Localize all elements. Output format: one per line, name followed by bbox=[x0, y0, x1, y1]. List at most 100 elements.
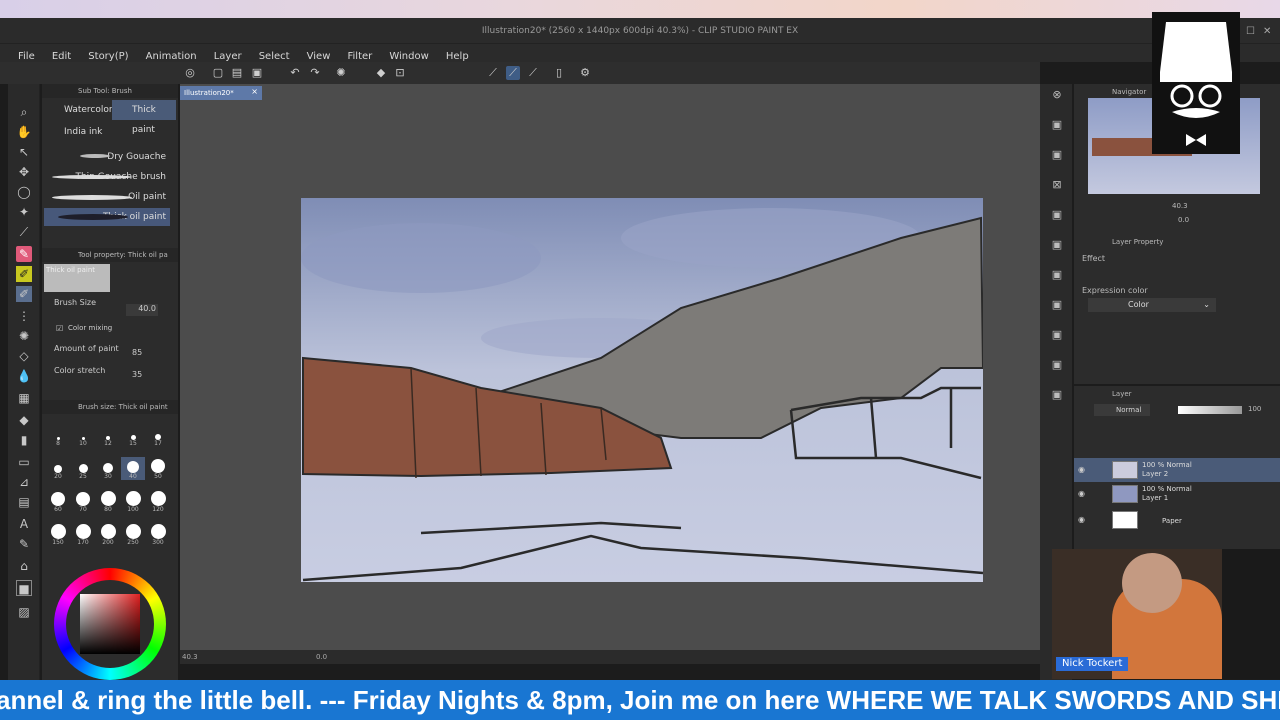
brush-size-option[interactable]: 70 bbox=[71, 490, 95, 513]
status-angle[interactable]: 0.0 bbox=[316, 653, 327, 661]
menu-edit[interactable]: Edit bbox=[52, 51, 71, 62]
hand-icon[interactable]: ✋ bbox=[16, 124, 32, 140]
document-tab[interactable]: Illustration20* × bbox=[180, 86, 262, 100]
brush-size-option[interactable]: 170 bbox=[71, 523, 95, 546]
eraser-icon[interactable]: ◇ bbox=[16, 348, 32, 364]
menu-layer[interactable]: Layer bbox=[214, 51, 242, 62]
close-icon[interactable]: ✕ bbox=[1263, 26, 1271, 37]
brush-size-option[interactable]: 100 bbox=[121, 490, 145, 513]
ruler-icon[interactable]: ⟋ bbox=[486, 66, 500, 80]
main-color-icon[interactable]: ■ bbox=[16, 580, 32, 596]
tab-thick-paint[interactable]: Thick paint bbox=[112, 100, 176, 135]
brush-size-option[interactable]: 15 bbox=[121, 424, 145, 447]
material-dock-icon[interactable]: ▣ bbox=[1050, 328, 1064, 342]
fill-bucket-icon[interactable]: ◆ bbox=[16, 412, 32, 428]
blend-icon[interactable]: 💧 bbox=[16, 368, 32, 384]
brush-size-option[interactable]: 300 bbox=[146, 523, 170, 546]
snap-special-icon[interactable]: ⟋ bbox=[526, 66, 540, 80]
brush-size-option[interactable]: 8 bbox=[46, 424, 70, 447]
navigator-zoom[interactable]: 40.3 bbox=[1172, 202, 1188, 210]
balloon-icon[interactable]: ✎ bbox=[16, 536, 32, 552]
settings-icon[interactable]: ⚙ bbox=[578, 66, 592, 80]
figure-icon[interactable]: ▭ bbox=[16, 454, 32, 470]
new-file-icon[interactable]: ▢ bbox=[211, 66, 225, 80]
expression-color-select[interactable]: Color ⌄ bbox=[1088, 298, 1216, 312]
opacity-value[interactable]: 100 bbox=[1248, 405, 1261, 413]
material-dock-icon[interactable]: ▣ bbox=[1050, 118, 1064, 132]
tab-watercolor[interactable]: Watercolor bbox=[44, 100, 113, 120]
save-icon[interactable]: ▣ bbox=[250, 66, 264, 80]
brush-size-option[interactable]: 40 bbox=[121, 457, 145, 480]
fill-tool-icon[interactable]: ▦ bbox=[16, 390, 32, 406]
layer-row[interactable]: ◉ 100 % Normal Layer 1 bbox=[1074, 482, 1280, 506]
color-mixing-checkbox[interactable]: ☑ bbox=[56, 324, 63, 333]
menu-file[interactable]: File bbox=[18, 51, 35, 62]
close-tab-icon[interactable]: × bbox=[251, 87, 258, 96]
magic-wand-icon[interactable]: ✦ bbox=[16, 204, 32, 220]
brush-dry-gouache[interactable]: Dry Gouache bbox=[44, 148, 170, 166]
transparent-color-icon[interactable]: ▨ bbox=[16, 604, 32, 620]
menu-animation[interactable]: Animation bbox=[146, 51, 197, 62]
brush-size-option[interactable]: 80 bbox=[96, 490, 120, 513]
lasso-icon[interactable]: ◯ bbox=[16, 184, 32, 200]
artwork-canvas[interactable] bbox=[301, 198, 983, 582]
text-icon[interactable]: A bbox=[16, 516, 32, 532]
frame-icon[interactable]: ⊿ bbox=[16, 474, 32, 490]
menu-help[interactable]: Help bbox=[446, 51, 469, 62]
pen-icon[interactable]: ✎ bbox=[16, 246, 32, 262]
material-dock-icon[interactable]: ▣ bbox=[1050, 268, 1064, 282]
correction-icon[interactable]: ⌂ bbox=[16, 558, 32, 574]
brush-size-option[interactable]: 30 bbox=[96, 457, 120, 480]
material-dock-icon[interactable]: ▣ bbox=[1050, 298, 1064, 312]
color-saturation-square[interactable] bbox=[80, 594, 140, 654]
status-zoom[interactable]: 40.3 bbox=[182, 653, 198, 661]
menu-window[interactable]: Window bbox=[389, 51, 428, 62]
ruler-tool-icon[interactable]: ▤ bbox=[16, 494, 32, 510]
material-dock-icon[interactable]: ⊠ bbox=[1050, 178, 1064, 192]
device-icon[interactable]: ▯ bbox=[552, 66, 566, 80]
menu-filter[interactable]: Filter bbox=[347, 51, 372, 62]
menu-select[interactable]: Select bbox=[259, 51, 290, 62]
brush-icon[interactable]: ✐ bbox=[16, 286, 32, 302]
brush-size-option[interactable]: 50 bbox=[146, 457, 170, 480]
brush-size-field[interactable]: 40.0 bbox=[126, 304, 158, 316]
eye-icon[interactable]: ◉ bbox=[1078, 489, 1085, 498]
snap-icon[interactable]: ⟋ bbox=[506, 66, 520, 80]
decoration-icon[interactable]: ✺ bbox=[16, 328, 32, 344]
eye-icon[interactable]: ◉ bbox=[1078, 515, 1085, 524]
airbrush-icon[interactable]: ⋮ bbox=[16, 308, 32, 324]
move-icon[interactable]: ✥ bbox=[16, 164, 32, 180]
navigator-dock-icon[interactable]: ⊗ bbox=[1050, 88, 1064, 102]
brush-size-option[interactable]: 60 bbox=[46, 490, 70, 513]
menu-view[interactable]: View bbox=[307, 51, 331, 62]
brush-size-option[interactable]: 150 bbox=[46, 523, 70, 546]
navigator-rotation[interactable]: 0.0 bbox=[1178, 216, 1189, 224]
clip-studio-icon[interactable]: ◎ bbox=[183, 66, 197, 80]
eye-icon[interactable]: ◉ bbox=[1078, 465, 1085, 474]
open-folder-icon[interactable]: ▤ bbox=[230, 66, 244, 80]
brush-size-option[interactable]: 250 bbox=[121, 523, 145, 546]
amount-field[interactable]: 85 bbox=[132, 348, 142, 357]
stretch-field[interactable]: 35 bbox=[132, 370, 142, 379]
brush-size-option[interactable]: 120 bbox=[146, 490, 170, 513]
fill-icon[interactable]: ◆ bbox=[374, 66, 388, 80]
redo-icon[interactable]: ↷ bbox=[308, 66, 322, 80]
material-dock-icon[interactable]: ▣ bbox=[1050, 208, 1064, 222]
brush-size-option[interactable]: 25 bbox=[71, 457, 95, 480]
brush-thick-oil-paint[interactable]: Thick oil paint bbox=[44, 208, 170, 226]
material-dock-icon[interactable]: ▣ bbox=[1050, 148, 1064, 162]
brush-oil-paint[interactable]: Oil paint bbox=[44, 188, 170, 206]
menu-story[interactable]: Story(P) bbox=[88, 51, 128, 62]
layer-row[interactable]: ◉ Paper bbox=[1074, 508, 1280, 532]
brush-size-option[interactable]: 20 bbox=[46, 457, 70, 480]
maximize-icon[interactable]: ☐ bbox=[1246, 26, 1255, 37]
pencil-icon[interactable]: ✐ bbox=[16, 266, 32, 282]
brush-size-option[interactable]: 10 bbox=[71, 424, 95, 447]
material-dock-icon[interactable]: ▣ bbox=[1050, 238, 1064, 252]
undo-icon[interactable]: ↶ bbox=[288, 66, 302, 80]
operation-icon[interactable]: ↖ bbox=[16, 144, 32, 160]
layer-row[interactable]: ◉ 100 % Normal Layer 2 bbox=[1074, 458, 1280, 482]
material-dock-icon[interactable]: ▣ bbox=[1050, 388, 1064, 402]
brush-thin-gouache[interactable]: Thin Gouache brush bbox=[44, 168, 170, 186]
brush-size-option[interactable]: 200 bbox=[96, 523, 120, 546]
